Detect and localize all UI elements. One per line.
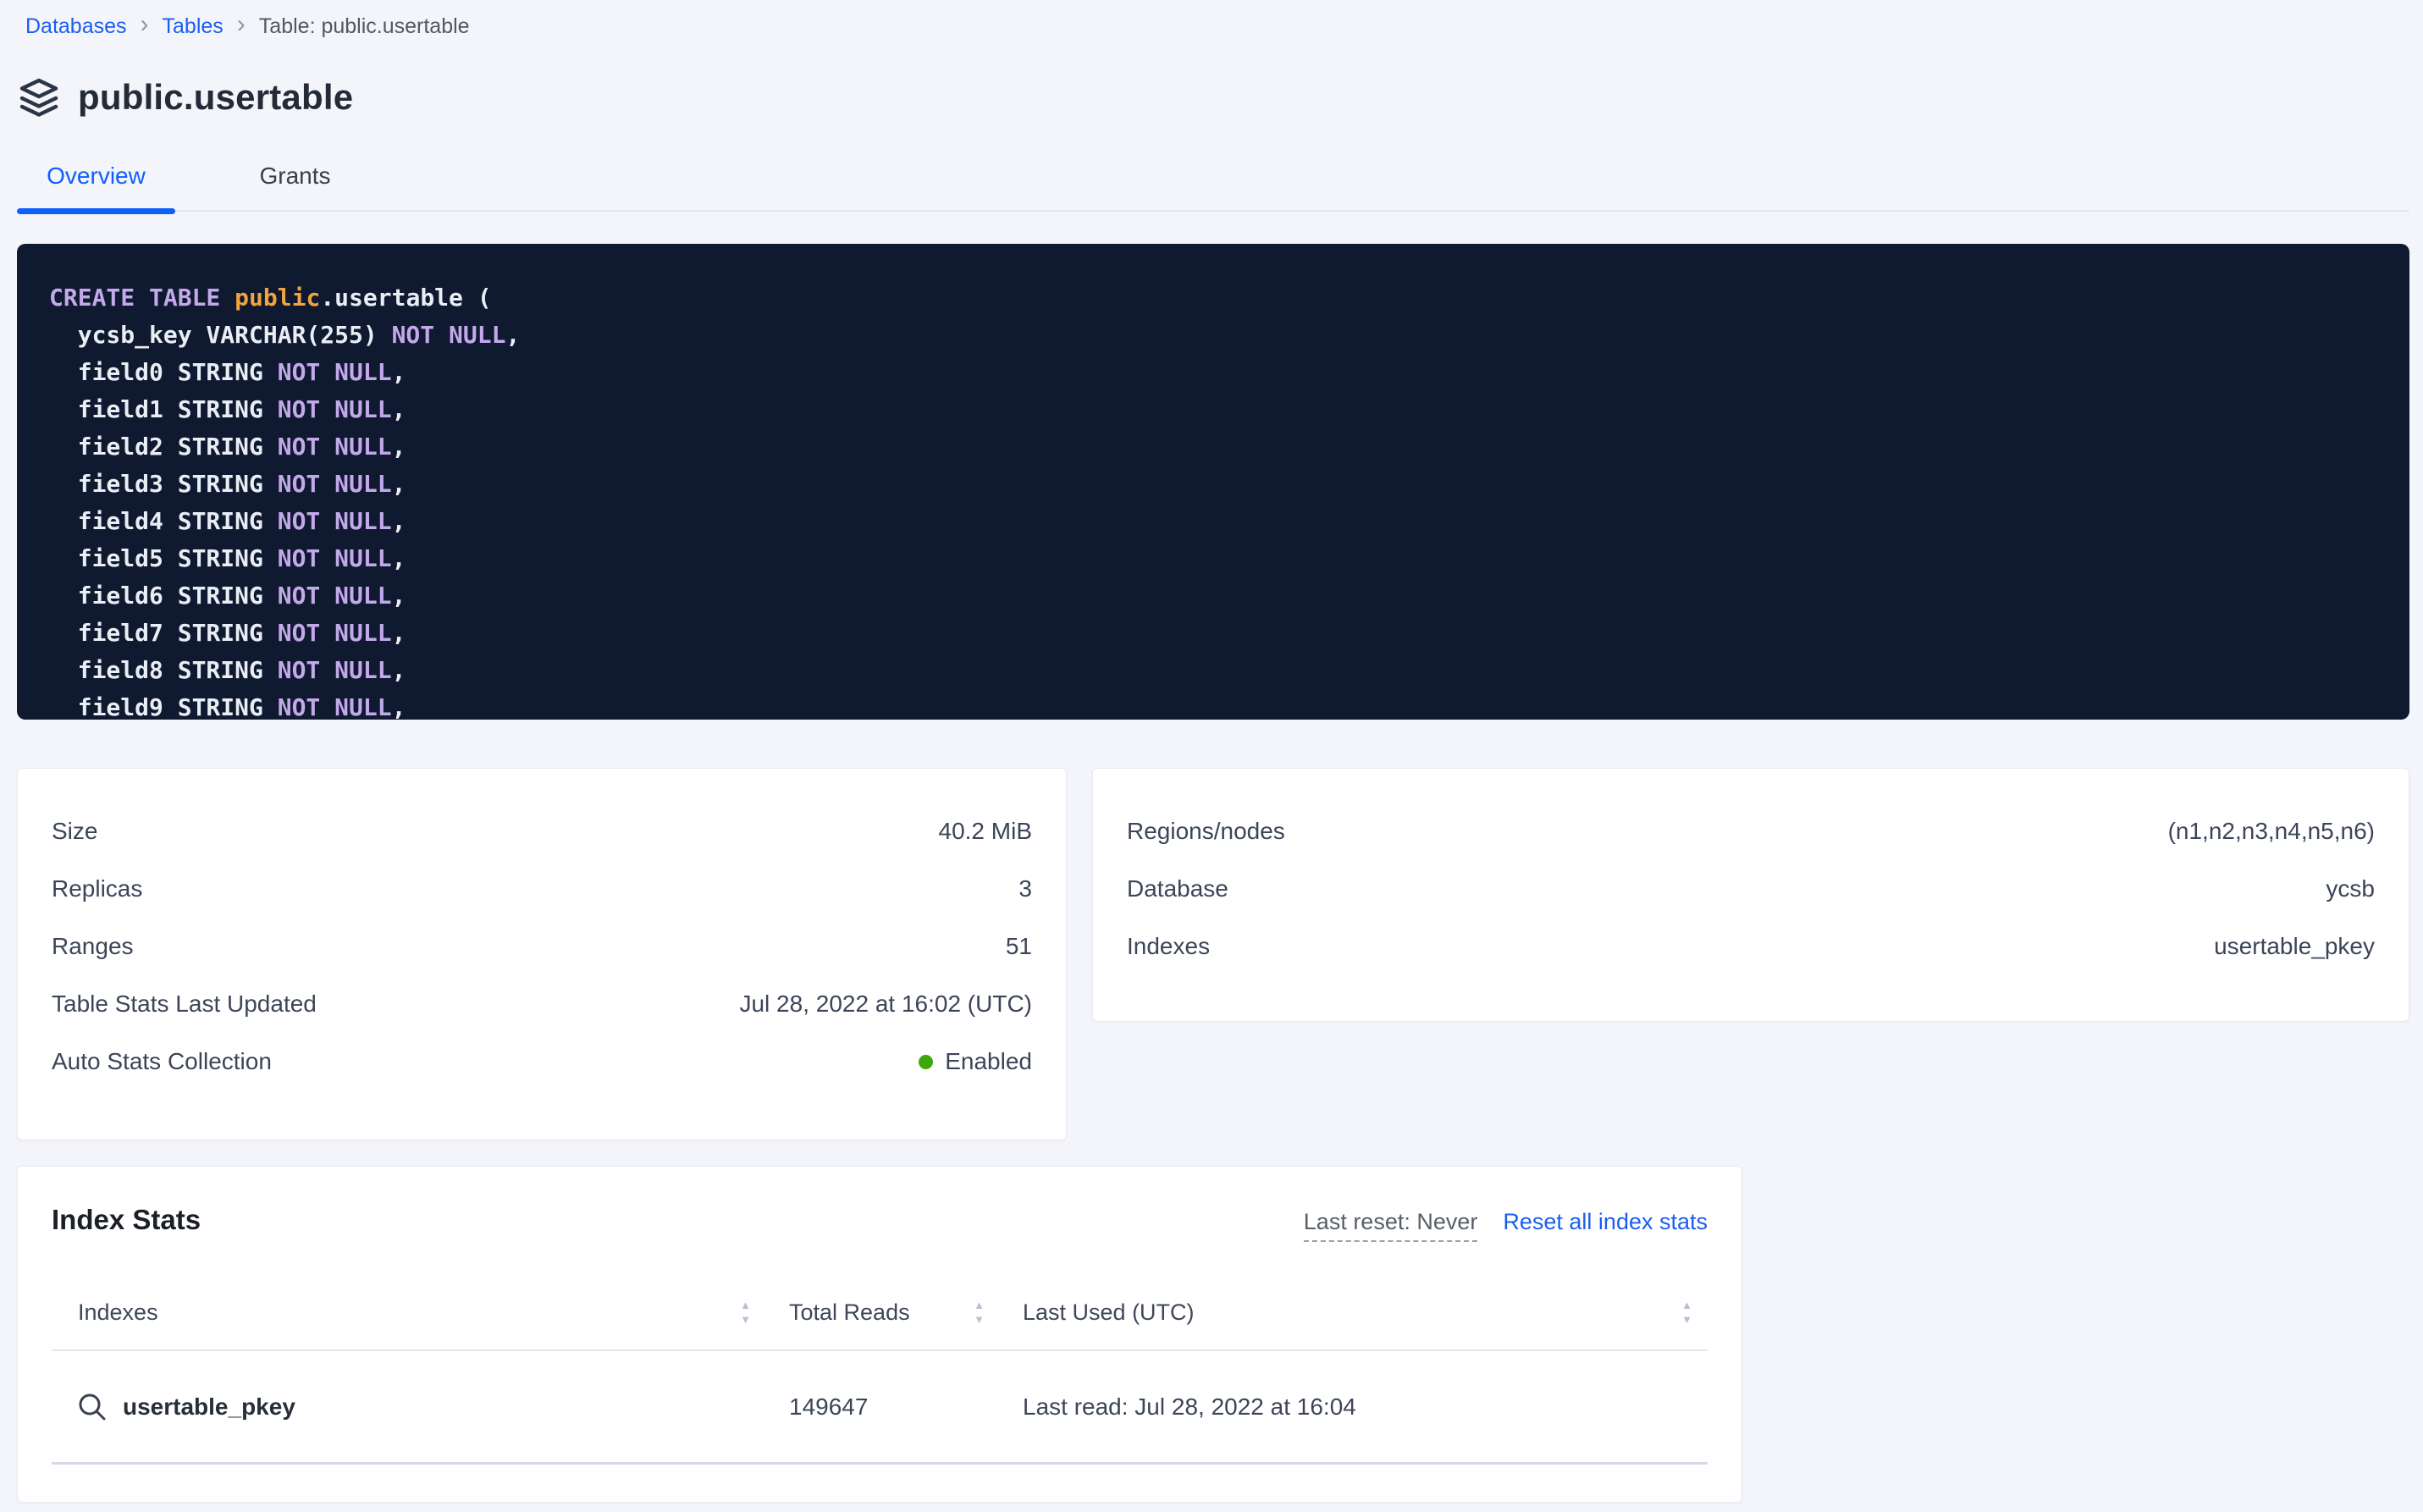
- total-reads-cell: 149647: [761, 1393, 995, 1421]
- column-label: Last Used (UTC): [1023, 1300, 1195, 1326]
- detail-row-stats-updated: Table Stats Last Updated Jul 28, 2022 at…: [52, 975, 1032, 1033]
- breadcrumb-link-databases[interactable]: Databases: [25, 14, 127, 39]
- table-details-card: Size 40.2 MiB Replicas 3 Ranges 51 Table…: [17, 768, 1067, 1140]
- column-header-last-used[interactable]: Last Used (UTC) ▲▼: [995, 1300, 1708, 1326]
- chevron-right-icon: ›: [237, 12, 246, 37]
- last-reset-tooltip[interactable]: Last reset: Never: [1304, 1209, 1478, 1242]
- sql-line: field2 STRING NOT NULL,: [49, 428, 2384, 466]
- breadcrumb-current: Table: public.usertable: [259, 14, 470, 39]
- index-stats-header: Index Stats Last reset: Never Reset all …: [52, 1204, 1708, 1244]
- tab-bar: Overview Grants: [17, 163, 2409, 212]
- last-used-cell: Last read: Jul 28, 2022 at 16:04: [995, 1393, 1708, 1421]
- title-row: public.usertable: [19, 74, 2409, 120]
- detail-label: Replicas: [52, 875, 142, 902]
- sql-line: field5 STRING NOT NULL,: [49, 540, 2384, 577]
- detail-row-replicas: Replicas 3: [52, 860, 1032, 918]
- detail-value: Enabled: [919, 1048, 1032, 1075]
- detail-label: Indexes: [1127, 933, 1210, 960]
- page: Databases › Tables › Table: public.usert…: [17, 12, 2409, 1503]
- column-header-indexes[interactable]: Indexes ▲▼: [52, 1300, 761, 1326]
- details-cards: Size 40.2 MiB Replicas 3 Ranges 51 Table…: [17, 768, 2409, 1140]
- page-title: public.usertable: [78, 77, 353, 118]
- sort-icon[interactable]: ▲▼: [740, 1300, 751, 1325]
- detail-row-size: Size 40.2 MiB: [52, 803, 1032, 860]
- detail-value: usertable_pkey: [2214, 933, 2375, 960]
- detail-label: Database: [1127, 875, 1228, 902]
- tab-overview[interactable]: Overview: [17, 163, 175, 190]
- column-header-total-reads[interactable]: Total Reads ▲▼: [761, 1300, 995, 1326]
- column-label: Total Reads: [789, 1300, 910, 1326]
- index-name-cell: usertable_pkey: [52, 1392, 761, 1422]
- detail-label: Auto Stats Collection: [52, 1048, 272, 1075]
- sql-line: ycsb_key VARCHAR(255) NOT NULL,: [49, 317, 2384, 354]
- index-stats-actions: Last reset: Never Reset all index stats: [1304, 1209, 1708, 1242]
- sql-line: field0 STRING NOT NULL,: [49, 354, 2384, 391]
- sql-line: field7 STRING NOT NULL,: [49, 615, 2384, 652]
- detail-value: (n1,n2,n3,n4,n5,n6): [2168, 818, 2375, 845]
- sql-line: field8 STRING NOT NULL,: [49, 652, 2384, 689]
- reset-index-stats-link[interactable]: Reset all index stats: [1503, 1209, 1708, 1235]
- index-stats-title: Index Stats: [52, 1204, 201, 1236]
- detail-row-regions: Regions/nodes (n1,n2,n3,n4,n5,n6): [1127, 803, 2375, 860]
- detail-row-indexes: Indexes usertable_pkey: [1127, 918, 2375, 975]
- index-stats-card: Index Stats Last reset: Never Reset all …: [17, 1166, 1742, 1503]
- detail-row-auto-stats: Auto Stats Collection Enabled: [52, 1033, 1032, 1090]
- detail-value: 51: [1006, 933, 1032, 960]
- detail-label: Size: [52, 818, 97, 845]
- sort-icon[interactable]: ▲▼: [974, 1300, 985, 1325]
- status-badge: Enabled: [945, 1048, 1032, 1075]
- sql-line: field3 STRING NOT NULL,: [49, 466, 2384, 503]
- sql-line: field6 STRING NOT NULL,: [49, 577, 2384, 615]
- detail-value: Jul 28, 2022 at 16:02 (UTC): [739, 991, 1032, 1018]
- table-location-card: Regions/nodes (n1,n2,n3,n4,n5,n6) Databa…: [1092, 768, 2409, 1022]
- chevron-right-icon: ›: [141, 12, 149, 37]
- sql-create-statement: CREATE TABLE public.usertable ( ycsb_key…: [17, 244, 2409, 720]
- column-label: Indexes: [78, 1300, 158, 1326]
- index-stats-table: Indexes ▲▼ Total Reads ▲▼ Last Used (UTC…: [52, 1275, 1708, 1465]
- sql-line: CREATE TABLE public.usertable (: [49, 279, 2384, 317]
- index-table-header: Indexes ▲▼ Total Reads ▲▼ Last Used (UTC…: [52, 1275, 1708, 1351]
- detail-value: ycsb: [2326, 875, 2375, 902]
- tab-grants[interactable]: Grants: [216, 163, 374, 190]
- stack-icon: [19, 77, 59, 118]
- detail-row-ranges: Ranges 51: [52, 918, 1032, 975]
- index-table-row[interactable]: usertable_pkey 149647 Last read: Jul 28,…: [52, 1351, 1708, 1465]
- detail-value: 3: [1018, 875, 1032, 902]
- detail-value: 40.2 MiB: [939, 818, 1033, 845]
- detail-row-database: Database ycsb: [1127, 860, 2375, 918]
- breadcrumb: Databases › Tables › Table: public.usert…: [25, 12, 2409, 41]
- status-enabled-dot: [919, 1055, 933, 1069]
- detail-label: Regions/nodes: [1127, 818, 1285, 845]
- sql-line: field4 STRING NOT NULL,: [49, 503, 2384, 540]
- search-icon: [77, 1392, 108, 1422]
- index-name: usertable_pkey: [123, 1393, 295, 1421]
- sql-line: field9 STRING NOT NULL,: [49, 689, 2384, 720]
- breadcrumb-link-tables[interactable]: Tables: [163, 14, 224, 39]
- detail-label: Ranges: [52, 933, 134, 960]
- detail-label: Table Stats Last Updated: [52, 991, 317, 1018]
- sql-line: field1 STRING NOT NULL,: [49, 391, 2384, 428]
- sort-icon[interactable]: ▲▼: [1681, 1300, 1692, 1325]
